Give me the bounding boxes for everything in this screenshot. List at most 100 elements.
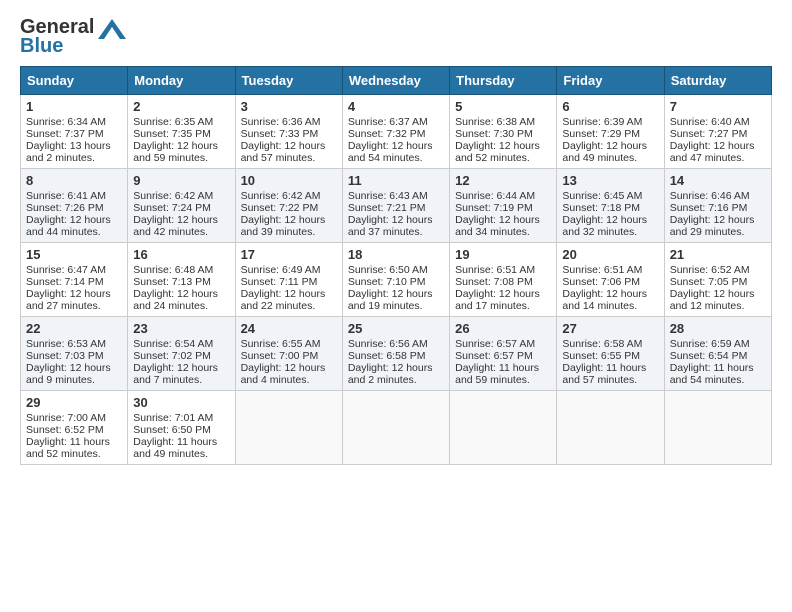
sunrise-text: Sunrise: 6:50 AM (348, 264, 428, 276)
calendar-cell: 2Sunrise: 6:35 AMSunset: 7:35 PMDaylight… (128, 95, 235, 169)
daylight-text: Daylight: 12 hours and 42 minutes. (133, 214, 218, 238)
calendar-body: 1Sunrise: 6:34 AMSunset: 7:37 PMDaylight… (21, 95, 772, 465)
sunset-text: Sunset: 7:30 PM (455, 128, 533, 140)
sunset-text: Sunset: 6:55 PM (562, 350, 640, 362)
sunset-text: Sunset: 7:32 PM (348, 128, 426, 140)
day-number: 15 (26, 247, 122, 262)
calendar-cell: 20 Sunrise: 6:51 AMSunset: 7:06 PMDayligh… (557, 243, 664, 317)
sunset-text: Sunset: 7:08 PM (455, 276, 533, 288)
day-number: 12 (455, 173, 551, 188)
sunrise-text: Sunrise: 6:36 AM (241, 116, 321, 128)
sunrise-text: Sunrise: 6:37 AM (348, 116, 428, 128)
daylight-text: Daylight: 12 hours and 9 minutes. (26, 362, 111, 386)
sunset-text: Sunset: 6:50 PM (133, 424, 211, 436)
day-number: 4 (348, 99, 444, 114)
day-of-week-header: Thursday (450, 67, 557, 95)
logo: General Blue (20, 16, 126, 58)
daylight-text: Daylight: 12 hours and 52 minutes. (455, 140, 540, 164)
sunset-text: Sunset: 6:57 PM (455, 350, 533, 362)
calendar-table: SundayMondayTuesdayWednesdayThursdayFrid… (20, 66, 772, 465)
day-number: 3 (241, 99, 337, 114)
sunset-text: Sunset: 7:27 PM (670, 128, 748, 140)
day-number: 30 (133, 395, 229, 410)
sunset-text: Sunset: 7:19 PM (455, 202, 533, 214)
calendar-cell: 16 Sunrise: 6:48 AMSunset: 7:13 PMDayligh… (128, 243, 235, 317)
day-number: 29 (26, 395, 122, 410)
daylight-text: Daylight: 12 hours and 14 minutes. (562, 288, 647, 312)
calendar-cell (235, 391, 342, 465)
day-number: 20 (562, 247, 658, 262)
calendar-cell: 4 Sunrise: 6:37 AMSunset: 7:32 PMDaylight… (342, 95, 449, 169)
daylight-text: Daylight: 12 hours and 47 minutes. (670, 140, 755, 164)
calendar-cell: 7Sunrise: 6:40 AMSunset: 7:27 PMDaylight… (664, 95, 771, 169)
day-number: 23 (133, 321, 229, 336)
day-number: 17 (241, 247, 337, 262)
day-number: 7 (670, 99, 766, 114)
daylight-text: Daylight: 12 hours and 54 minutes. (348, 140, 433, 164)
day-number: 9 (133, 173, 229, 188)
day-number: 5 (455, 99, 551, 114)
daylight-text: Daylight: 12 hours and 29 minutes. (670, 214, 755, 238)
sunset-text: Sunset: 7:11 PM (241, 276, 318, 288)
page-header: General Blue (20, 16, 772, 58)
sunset-text: Sunset: 7:02 PM (133, 350, 211, 362)
daylight-text: Daylight: 12 hours and 39 minutes. (241, 214, 326, 238)
sunset-text: Sunset: 7:18 PM (562, 202, 640, 214)
calendar-cell: 23Sunrise: 6:54 AMSunset: 7:02 PMDayligh… (128, 317, 235, 391)
calendar-cell: 13Sunrise: 6:45 AMSunset: 7:18 PMDayligh… (557, 169, 664, 243)
calendar-cell: 6 Sunrise: 6:39 AMSunset: 7:29 PMDaylight… (557, 95, 664, 169)
calendar-cell: 14Sunrise: 6:46 AMSunset: 7:16 PMDayligh… (664, 169, 771, 243)
calendar-cell: 8Sunrise: 6:41 AMSunset: 7:26 PMDaylight… (21, 169, 128, 243)
daylight-text: Daylight: 12 hours and 49 minutes. (562, 140, 647, 164)
sunrise-text: Sunrise: 6:39 AM (562, 116, 642, 128)
daylight-text: Daylight: 12 hours and 2 minutes. (348, 362, 433, 386)
sunset-text: Sunset: 7:29 PM (562, 128, 640, 140)
sunrise-text: Sunrise: 6:51 AM (562, 264, 642, 276)
sunrise-text: Sunrise: 6:47 AM (26, 264, 106, 276)
calendar-week-row: 29Sunrise: 7:00 AMSunset: 6:52 PMDayligh… (21, 391, 772, 465)
day-number: 25 (348, 321, 444, 336)
sunset-text: Sunset: 7:13 PM (133, 276, 211, 288)
sunset-text: Sunset: 7:21 PM (348, 202, 426, 214)
calendar-week-row: 15Sunrise: 6:47 AMSunset: 7:14 PMDayligh… (21, 243, 772, 317)
sunset-text: Sunset: 7:06 PM (562, 276, 640, 288)
day-number: 2 (133, 99, 229, 114)
day-number: 13 (562, 173, 658, 188)
sunset-text: Sunset: 6:58 PM (348, 350, 426, 362)
calendar-cell (342, 391, 449, 465)
sunrise-text: Sunrise: 6:44 AM (455, 190, 535, 202)
sunrise-text: Sunrise: 6:58 AM (562, 338, 642, 350)
calendar-cell: 11Sunrise: 6:43 AMSunset: 7:21 PMDayligh… (342, 169, 449, 243)
day-number: 16 (133, 247, 229, 262)
daylight-text: Daylight: 12 hours and 32 minutes. (562, 214, 647, 238)
day-number: 24 (241, 321, 337, 336)
day-number: 8 (26, 173, 122, 188)
calendar-week-row: 1Sunrise: 6:34 AMSunset: 7:37 PMDaylight… (21, 95, 772, 169)
day-of-week-header: Friday (557, 67, 664, 95)
calendar-cell: 12Sunrise: 6:44 AMSunset: 7:19 PMDayligh… (450, 169, 557, 243)
sunrise-text: Sunrise: 6:55 AM (241, 338, 321, 350)
calendar-cell: 24Sunrise: 6:55 AMSunset: 7:00 PMDayligh… (235, 317, 342, 391)
calendar-header-row: SundayMondayTuesdayWednesdayThursdayFrid… (21, 67, 772, 95)
sunrise-text: Sunrise: 7:00 AM (26, 412, 106, 424)
calendar-cell: 26Sunrise: 6:57 AMSunset: 6:57 PMDayligh… (450, 317, 557, 391)
sunrise-text: Sunrise: 6:46 AM (670, 190, 750, 202)
calendar-cell: 9Sunrise: 6:42 AMSunset: 7:24 PMDaylight… (128, 169, 235, 243)
sunrise-text: Sunrise: 6:41 AM (26, 190, 106, 202)
daylight-text: Daylight: 11 hours and 49 minutes. (133, 436, 217, 460)
calendar-cell: 1Sunrise: 6:34 AMSunset: 7:37 PMDaylight… (21, 95, 128, 169)
logo-text-blue: Blue (20, 35, 63, 58)
sunset-text: Sunset: 6:54 PM (670, 350, 748, 362)
day-number: 10 (241, 173, 337, 188)
day-number: 6 (562, 99, 658, 114)
sunset-text: Sunset: 7:33 PM (241, 128, 319, 140)
daylight-text: Daylight: 12 hours and 12 minutes. (670, 288, 755, 312)
day-number: 14 (670, 173, 766, 188)
sunset-text: Sunset: 7:37 PM (26, 128, 104, 140)
daylight-text: Daylight: 12 hours and 22 minutes. (241, 288, 326, 312)
calendar-week-row: 22Sunrise: 6:53 AMSunset: 7:03 PMDayligh… (21, 317, 772, 391)
day-number: 19 (455, 247, 551, 262)
daylight-text: Daylight: 12 hours and 24 minutes. (133, 288, 218, 312)
calendar-cell (450, 391, 557, 465)
sunrise-text: Sunrise: 6:48 AM (133, 264, 213, 276)
